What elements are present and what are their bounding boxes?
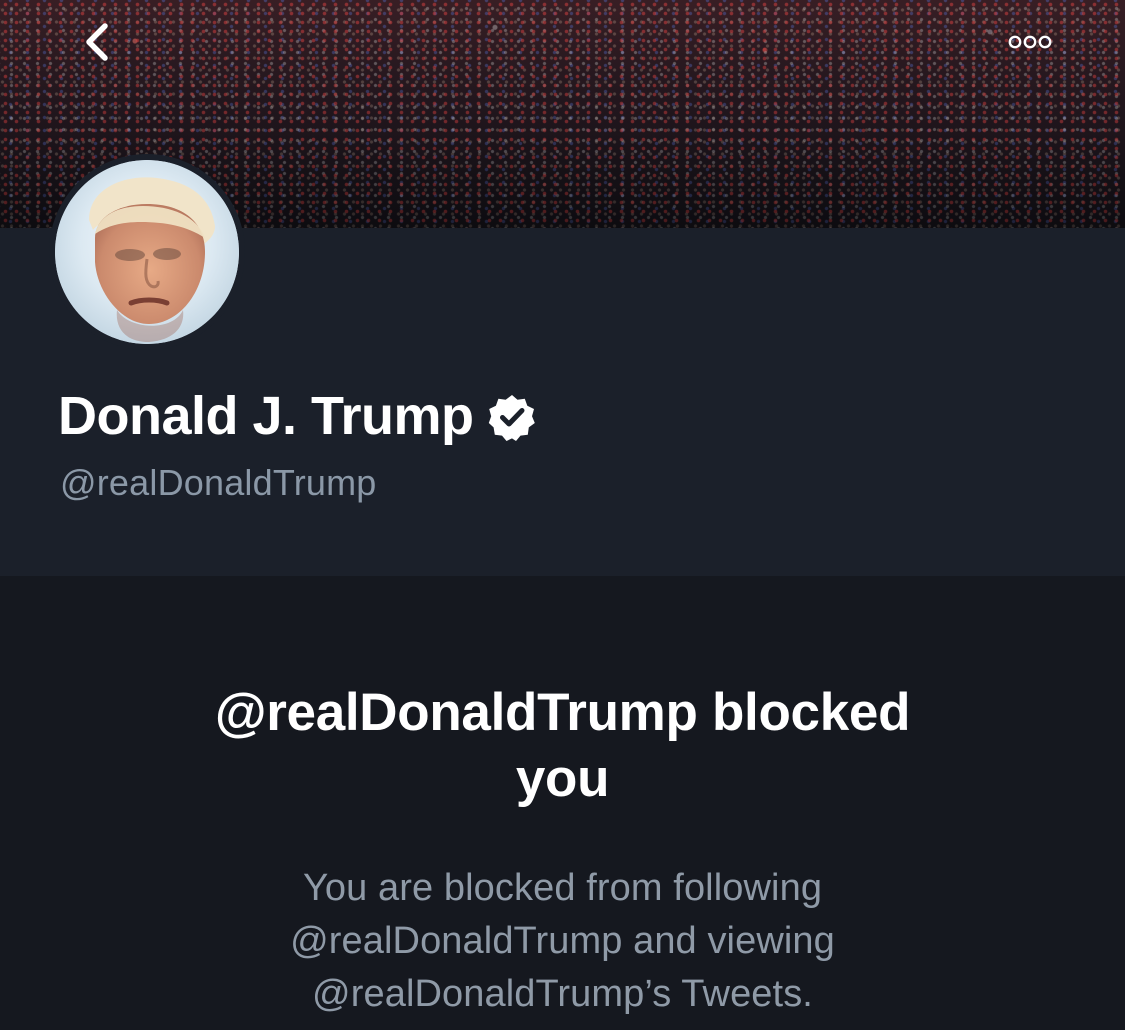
blocked-title-line-1: @realDonaldTrump blocked xyxy=(214,683,911,742)
blocked-message-line-2: @realDonaldTrump and viewing xyxy=(290,920,835,962)
display-name: Donald J. Trump xyxy=(58,386,474,446)
blocked-message-line-1: You are blocked from following xyxy=(302,867,823,909)
blocked-title-line-2: you xyxy=(515,749,610,808)
blocked-message: You are blocked from following @realDona… xyxy=(0,862,1125,1021)
blocked-message-line-3: @realDonaldTrump’s Tweets. xyxy=(312,973,813,1015)
more-button[interactable] xyxy=(1000,24,1060,60)
blocked-title: @realDonaldTrump blocked you xyxy=(0,680,1125,812)
verified-badge-icon xyxy=(488,395,535,441)
back-button[interactable] xyxy=(74,18,122,66)
display-name-row: Donald J. Trump xyxy=(58,385,536,447)
chevron-left-icon xyxy=(86,23,108,61)
profile-handle: @realDonaldTrump xyxy=(60,462,377,503)
more-horizontal-icon xyxy=(1008,35,1052,49)
avatar-photo xyxy=(55,160,239,344)
avatar[interactable] xyxy=(49,154,245,350)
